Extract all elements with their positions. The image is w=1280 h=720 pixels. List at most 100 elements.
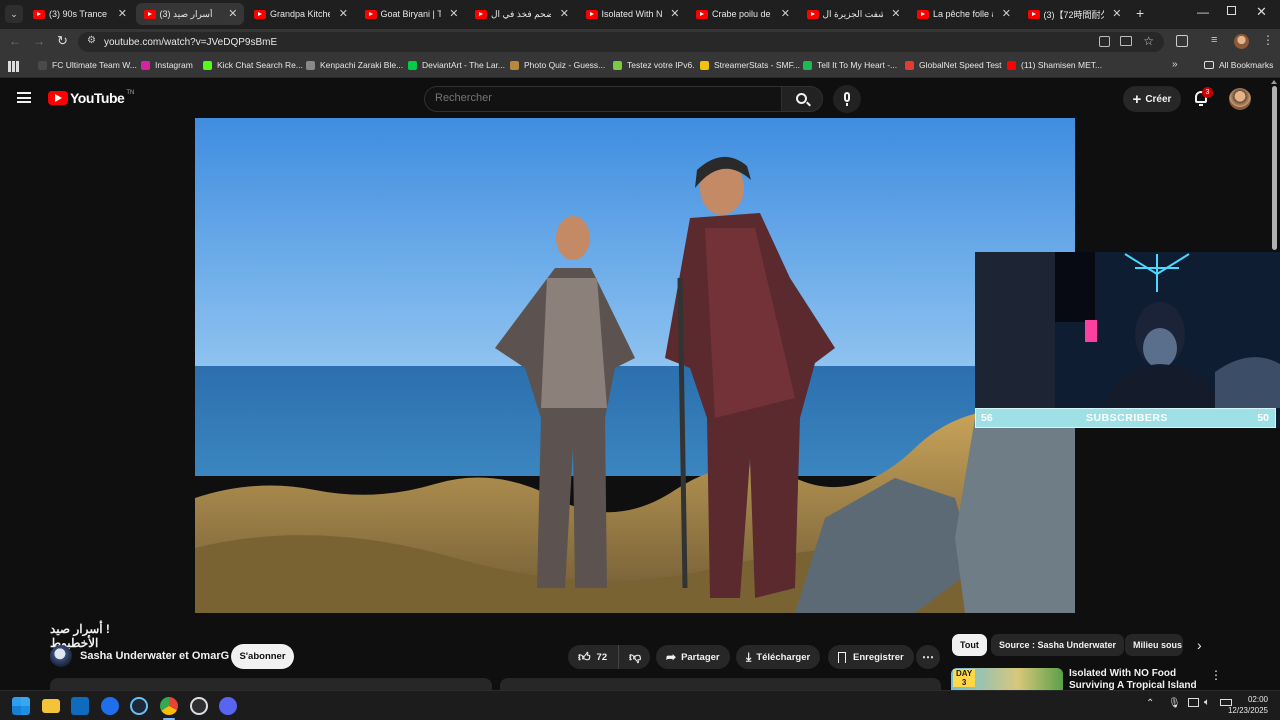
browser-tab[interactable]: Crabe poilu de Sa ✕ xyxy=(688,3,796,25)
channel-avatar[interactable] xyxy=(50,645,72,667)
next-video-title[interactable]: Isolated With NO Food Surviving A Tropic… xyxy=(1069,668,1209,690)
new-tab-button[interactable]: + xyxy=(1136,5,1144,21)
steam-icon[interactable] xyxy=(130,697,148,715)
description-box[interactable] xyxy=(50,678,492,690)
outlook-icon[interactable] xyxy=(71,697,89,715)
volume-icon[interactable]: 🔈︎ xyxy=(1204,697,1210,708)
video-player[interactable] xyxy=(195,118,1075,613)
reload-button[interactable]: ↻ xyxy=(57,33,68,49)
reading-list-icon[interactable]: ≡ xyxy=(1211,34,1217,46)
browser-tab[interactable]: Isolated With NO ✕ xyxy=(578,3,686,25)
tab-close-icon[interactable]: ✕ xyxy=(228,7,237,20)
tab-close-icon[interactable]: ✕ xyxy=(560,7,569,20)
bookmark-item[interactable]: Testez votre IPv6. xyxy=(613,60,695,70)
page-scrollbar[interactable] xyxy=(1272,86,1277,250)
microphone-tray-icon[interactable]: 🎙︎ xyxy=(1168,698,1181,709)
next-video-menu-icon[interactable]: ⋮ xyxy=(1210,668,1222,682)
discord-icon[interactable] xyxy=(219,697,237,715)
browser-tab[interactable]: Goat Biryani | Tra ✕ xyxy=(357,3,465,25)
address-bar[interactable]: ⚙ youtube.com/watch?v=JVeDQP9sBmE ☆ xyxy=(78,32,1164,52)
browser-tab[interactable]: (3)【72時間耐久】 ✕ xyxy=(1020,3,1128,25)
bookmarks-overflow-icon[interactable]: » xyxy=(1172,59,1178,70)
chip-source-channel[interactable]: Source : Sasha Underwater xyxy=(991,634,1125,656)
chip-all[interactable]: Tout xyxy=(952,634,987,656)
chip-underwater[interactable]: Milieu sous xyxy=(1125,634,1183,656)
tab-close-icon[interactable]: ✕ xyxy=(449,7,458,20)
taskbar-date: 12/23/2025 xyxy=(1227,706,1268,715)
share-button[interactable]: ➦ Partager xyxy=(656,645,730,669)
chrome-icon[interactable] xyxy=(160,697,178,715)
more-actions-button[interactable]: ⋯ xyxy=(916,645,940,669)
browser-tab[interactable]: اكتشفت الجزيرة ال ✕ xyxy=(799,3,907,25)
browser-tab[interactable]: أضحم فخذ في ال ✕ xyxy=(467,3,575,25)
bookmark-item[interactable]: (11) Shamisen MET... xyxy=(1007,60,1102,70)
cast-icon[interactable] xyxy=(1120,36,1132,46)
profile-avatar-icon[interactable] xyxy=(1234,34,1249,49)
search-input[interactable] xyxy=(435,92,755,104)
obs-icon[interactable] xyxy=(190,697,208,715)
extensions-icon[interactable] xyxy=(1176,35,1188,47)
network-icon[interactable] xyxy=(1188,698,1199,707)
app-icon[interactable] xyxy=(101,697,119,715)
browser-tab[interactable]: La pêche folle au ✕ xyxy=(909,3,1017,25)
comments-preview-box[interactable] xyxy=(500,678,941,690)
bookmark-item[interactable]: Tell It To My Heart -... xyxy=(803,60,897,70)
bookmark-item[interactable]: Photo Quiz - Guess... xyxy=(510,60,605,70)
bookmark-star-icon[interactable]: ☆ xyxy=(1143,34,1154,48)
search-box[interactable] xyxy=(424,86,782,112)
browser-menu-icon[interactable]: ⋮ xyxy=(1262,33,1274,47)
bookmark-item[interactable]: StreamerStats - SMF... xyxy=(700,60,800,70)
tab-close-icon[interactable]: ✕ xyxy=(1112,7,1121,20)
browser-tab[interactable]: Grandpa Kitchen ✕ xyxy=(246,3,354,25)
save-button[interactable]: Enregistrer xyxy=(828,645,914,669)
back-button[interactable]: ← xyxy=(9,34,21,48)
file-explorer-icon[interactable] xyxy=(42,699,60,713)
tab-close-icon[interactable]: ✕ xyxy=(781,7,790,20)
minimize-window-button[interactable]: — xyxy=(1197,5,1209,19)
browser-tab[interactable]: أسرار صيد (3) ✕ xyxy=(135,3,244,25)
bookmark-item[interactable]: Kick Chat Search Re... xyxy=(203,60,303,70)
chips-next-arrow-icon[interactable]: › xyxy=(1197,637,1202,653)
create-button[interactable]: + Créer xyxy=(1123,86,1181,112)
close-window-button[interactable]: ✕ xyxy=(1256,4,1267,20)
tray-overflow-icon[interactable]: ⌃ xyxy=(1146,698,1154,709)
bookmark-item[interactable]: FC Ultimate Team W... xyxy=(38,60,137,70)
notifications-button[interactable]: 3 xyxy=(1192,87,1213,109)
forward-button[interactable]: → xyxy=(33,34,45,48)
all-bookmarks-folder[interactable]: All Bookmarks xyxy=(1204,60,1273,70)
subscribe-button[interactable]: S'abonner xyxy=(231,644,294,669)
search-button[interactable] xyxy=(781,86,823,112)
youtube-favicon-icon xyxy=(917,9,929,19)
taskbar-clock[interactable]: 02:00 12/23/2025 xyxy=(1226,694,1268,716)
translate-icon[interactable] xyxy=(1099,36,1110,47)
bookmark-item[interactable]: Kenpachi Zaraki Ble... xyxy=(306,60,403,70)
channel-name[interactable]: Sasha Underwater et OmarG xyxy=(80,650,229,662)
bookmark-label: Photo Quiz - Guess... xyxy=(524,60,606,70)
account-avatar[interactable] xyxy=(1229,88,1251,110)
notification-badge: 3 xyxy=(1202,87,1213,98)
download-button[interactable]: ⤓ Télécharger xyxy=(736,645,821,669)
tab-close-icon[interactable]: ✕ xyxy=(118,7,127,20)
voice-search-button[interactable] xyxy=(833,85,861,113)
tab-search-button[interactable]: ⌄ xyxy=(5,5,23,23)
dislike-button[interactable]: 👎︎ xyxy=(618,645,650,669)
bookmark-item[interactable]: GlobalNet Speed Test xyxy=(905,60,1002,70)
site-info-icon[interactable]: ⚙ xyxy=(87,35,96,46)
bookmark-item[interactable]: Instagram xyxy=(141,60,193,70)
restore-window-button[interactable] xyxy=(1227,6,1236,15)
bookmark-item[interactable]: DeviantArt - The Lar... xyxy=(408,60,505,70)
youtube-logo[interactable]: YouTube TN xyxy=(48,90,134,106)
apps-grid-icon[interactable] xyxy=(8,61,19,72)
tab-close-icon[interactable]: ✕ xyxy=(891,7,900,20)
next-video-thumbnail[interactable]: DAY 3 xyxy=(951,668,1063,690)
tab-close-icon[interactable]: ✕ xyxy=(339,7,348,20)
webcam-overlay: 56 SUBSCRIBERS 50 xyxy=(975,252,1280,428)
windows-start-icon[interactable] xyxy=(12,697,30,715)
browser-tab[interactable]: (3) 90s Trance Cla ✕ xyxy=(25,3,133,25)
video-frame-illustration xyxy=(195,118,1075,613)
guide-menu-icon[interactable] xyxy=(17,92,31,103)
scroll-up-arrow-icon[interactable] xyxy=(1271,80,1277,84)
tab-close-icon[interactable]: ✕ xyxy=(670,7,679,20)
tab-close-icon[interactable]: ✕ xyxy=(1002,7,1011,20)
like-button[interactable]: 👍︎ 72 xyxy=(568,645,618,669)
